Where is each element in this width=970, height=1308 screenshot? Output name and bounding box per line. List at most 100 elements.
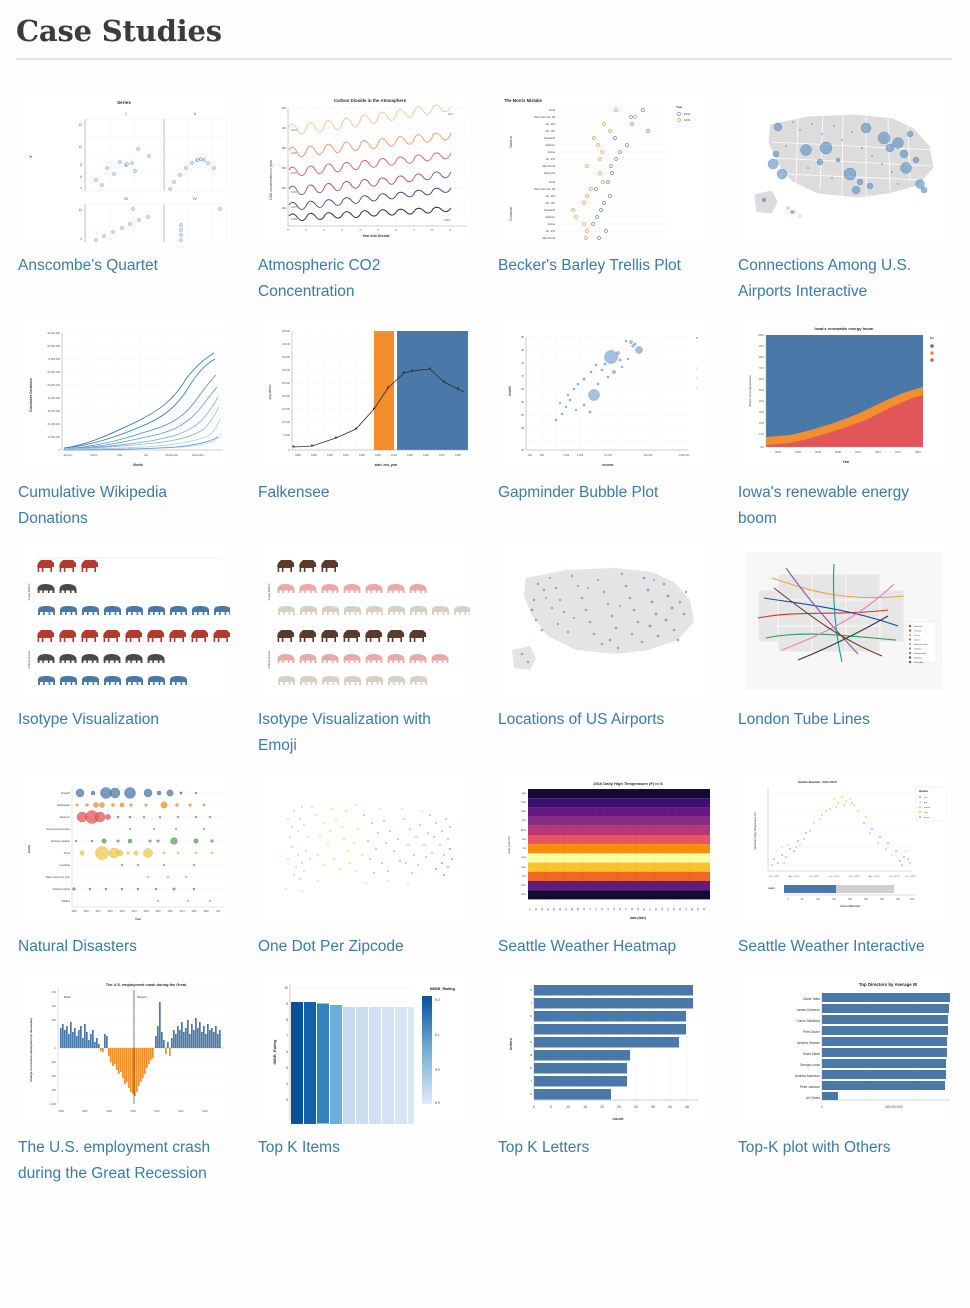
anscombes-quartet-thumbnail[interactable]: Series I II III IV Y 12 10 8 6 4 12 4 <box>18 90 230 242</box>
svg-text:James Cameron: James Cameron <box>797 1008 821 1012</box>
gallery-card[interactable]: Entity Year Drought Earthquake Epidemic Ex… <box>18 771 258 960</box>
gallery-card-link[interactable]: Anscombe's Quartet <box>18 253 214 279</box>
atmospheric-co2-concentration-thumbnail[interactable]: Carbon Dioxide in the Atmosphere CO2 con… <box>258 90 470 242</box>
svg-text:35: 35 <box>651 1105 655 1109</box>
cumulative-wikipedia-donations-thumbnail[interactable]: Cumulative Donations Month 90,000,000 80,… <box>18 317 230 470</box>
svg-text:Andrew Adamson: Andrew Adamson <box>795 1074 820 1078</box>
falkensee-thumbnail[interactable]: population start, end, year 45,000 40,00… <box>258 317 470 470</box>
gallery-card[interactable]: Bakerloo Central Circle District Hammersmit… <box>738 544 970 759</box>
gallery-card[interactable]: 2010 Daily High Temperature (F) in S dat… <box>498 771 738 960</box>
svg-text:1957: 1957 <box>155 910 161 913</box>
gallery-card-link[interactable]: London Tube Lines <box>738 707 934 733</box>
gallery-card[interactable]: Seattle Weather: 2012-2015 Maximum Daily… <box>738 771 970 960</box>
svg-text:9: 9 <box>286 1002 288 1006</box>
gapminder-bubble-plot-thumbnail[interactable]: health income 85 80 75 70 65 60 55 50 45 <box>498 317 710 470</box>
gallery-card-link[interactable]: Seattle Weather Interactive <box>738 934 934 960</box>
svg-text:health: health <box>508 386 512 395</box>
gallery-card[interactable]: Great Britain United States Isotype Visu… <box>258 544 498 759</box>
seattle-weather-interactive-thumbnail[interactable]: Seattle Weather: 2012-2015 Maximum Daily… <box>738 771 950 924</box>
svg-text:2012: 2012 <box>202 1110 208 1113</box>
beckers-barley-trellis-plot-thumbnail[interactable]: The Morris Mistake Waseca Crookston Treb… <box>498 90 710 242</box>
gallery-card-link[interactable]: Top-K plot with Others <box>738 1135 934 1161</box>
svg-text:January: January <box>63 453 73 457</box>
gallery-card[interactable]: Great Britain United States Isotype Visu… <box>18 544 258 759</box>
svg-text:III: III <box>124 196 127 201</box>
iowas-renewable-energy-boom-thumbnail[interactable]: Iowa's renewable energy boom Share of ne… <box>738 317 950 470</box>
svg-text:Peatland: Peatland <box>544 136 555 140</box>
isotype-visualization-with-emoji-thumbnail[interactable]: Great Britain United States <box>258 544 470 697</box>
gallery-card[interactable]: health income 85 80 75 70 65 60 55 50 45 <box>498 317 738 532</box>
svg-text:2007: 2007 <box>82 1110 88 1113</box>
gallery-card[interactable]: Locations of US Airports <box>498 544 738 759</box>
gallery-card-link[interactable]: Top K Items <box>258 1135 454 1161</box>
svg-text:Jul 1 2012: Jul 1 2012 <box>809 876 820 878</box>
natural-disasters-thumbnail[interactable]: Entity Year Drought Earthquake Epidemic Ex… <box>18 771 230 924</box>
us-employment-crash-thumbnail[interactable]: The U.S. employment crash during the Gre… <box>18 972 230 1125</box>
gallery-card-link[interactable]: Seattle Weather Heatmap <box>498 934 694 960</box>
gallery-card[interactable]: Top Directors by Average W David Yates J… <box>738 972 970 1187</box>
svg-text:19: 19 <box>637 908 640 911</box>
connections-among-us-airports-interactive-thumbnail[interactable] <box>738 90 950 242</box>
gallery-card-link[interactable]: Natural Disasters <box>18 934 214 960</box>
gallery-card-link[interactable]: Isotype Visualization with Emoji <box>258 707 454 759</box>
london-tube-lines-thumbnail[interactable]: Bakerloo Central Circle District Hammersmit… <box>738 544 950 697</box>
svg-text:Mar: Mar <box>521 809 526 813</box>
svg-text:Extreme weather: Extreme weather <box>51 840 70 843</box>
svg-text:24: 24 <box>667 908 670 911</box>
gallery-card-link[interactable]: Locations of US Airports <box>498 707 694 733</box>
svg-text:population: population <box>268 384 272 399</box>
top-k-letters-thumbnail[interactable]: letters count e t o i s a h r n 0 5 10 1… <box>498 972 710 1125</box>
seattle-weather-heatmap-thumbnail[interactable]: 2010 Daily High Temperature (F) in S dat… <box>498 771 710 924</box>
svg-text:Oct 1 2012: Oct 1 2012 <box>829 875 840 878</box>
gallery-card[interactable]: population start, end, year 45,000 40,00… <box>258 317 498 532</box>
top-k-plot-with-others-thumbnail[interactable]: Top Directors by Average W David Yates J… <box>738 972 950 1125</box>
svg-text:i: i <box>696 366 697 370</box>
svg-text:start, end, year: start, end, year <box>375 463 398 467</box>
svg-text:Oct: Oct <box>522 874 526 878</box>
svg-text:Crookston: Crookston <box>509 207 513 222</box>
svg-text:2010: 2010 <box>291 128 297 132</box>
gallery-card[interactable]: The U.S. employment crash during the Gre… <box>18 972 258 1187</box>
svg-text:date (date): date (date) <box>630 916 646 920</box>
locations-of-us-airports-thumbnail[interactable] <box>498 544 710 697</box>
gallery-card-link[interactable]: Top K Letters <box>498 1135 694 1161</box>
svg-text:9.2: 9.2 <box>435 998 440 1002</box>
gallery-card-link[interactable]: Connections Among U.S. Airports Interact… <box>738 253 934 305</box>
gallery-card-link[interactable]: One Dot Per Zipcode <box>258 934 454 960</box>
gallery-card[interactable]: Iowa's renewable energy boom Share of ne… <box>738 317 970 532</box>
gallery-card[interactable]: The Morris Mistake Waseca Crookston Treb… <box>498 90 738 305</box>
svg-text:Oct 1 2013: Oct 1 2013 <box>905 875 916 878</box>
svg-text:Weather: Weather <box>919 790 928 793</box>
svg-text:10: 10 <box>78 145 82 149</box>
svg-text:6: 6 <box>395 228 397 232</box>
svg-text:10,000: 10,000 <box>604 454 612 457</box>
svg-text:Carbon Dioxide in the Atmosphe: Carbon Dioxide in the Atmosphere <box>334 98 407 103</box>
svg-text:5: 5 <box>286 1066 288 1070</box>
gallery-card-link[interactable]: Iowa's renewable energy boom <box>738 480 934 532</box>
isotype-emoji-chart: Great Britain United States <box>267 560 470 686</box>
gallery-card-link[interactable]: Atmospheric CO2 Concentration <box>258 253 454 305</box>
svg-text:40,000: 40,000 <box>282 342 290 346</box>
gallery-card[interactable]: Cumulative Donations Month 90,000,000 80,… <box>18 317 258 532</box>
gallery-card-link[interactable]: Falkensee <box>258 480 454 506</box>
gallery-card[interactable]: Connections Among U.S. Airports Interact… <box>738 90 970 305</box>
svg-text:199: 199 <box>216 910 221 913</box>
gallery-card-link[interactable]: The U.S. employment crash during the Gre… <box>18 1135 214 1187</box>
svg-text:70%: 70% <box>759 367 765 370</box>
gallery-card[interactable]: letters count e t o i s a h r n 0 5 10 1… <box>498 972 738 1187</box>
gallery-card[interactable]: One Dot Per Zipcode <box>258 771 498 960</box>
one-dot-per-zipcode-thumbnail[interactable] <box>258 771 470 924</box>
top-k-items-thumbnail[interactable]: IMDB_Rating 10 9 8 7 6543 IMDB_Rating 9.… <box>258 972 470 1125</box>
gallery-card-link[interactable]: Gapminder Bubble Plot <box>498 480 694 506</box>
isotype-visualization-thumbnail[interactable]: Great Britain United States <box>18 544 230 697</box>
gallery-card-link[interactable]: Becker's Barley Trellis Plot <box>498 253 694 279</box>
gallery-card-link[interactable]: Cumulative Wikipedia Donations <box>18 480 214 532</box>
gallery-card-link[interactable]: Isotype Visualization <box>18 707 214 733</box>
svg-text:Month: Month <box>133 463 143 467</box>
gallery-card[interactable]: Carbon Dioxide in the Atmosphere CO2 con… <box>258 90 498 305</box>
svg-text:Andrew Stanton: Andrew Stanton <box>797 1041 820 1045</box>
gallery-card[interactable]: IMDB_Rating 10 9 8 7 6543 IMDB_Rating 9.… <box>258 972 498 1187</box>
gallery-card[interactable]: Series I II III IV Y 12 10 8 6 4 12 4 An… <box>18 90 258 305</box>
svg-text:380: 380 <box>281 146 286 150</box>
svg-text:1959: 1959 <box>444 218 450 222</box>
